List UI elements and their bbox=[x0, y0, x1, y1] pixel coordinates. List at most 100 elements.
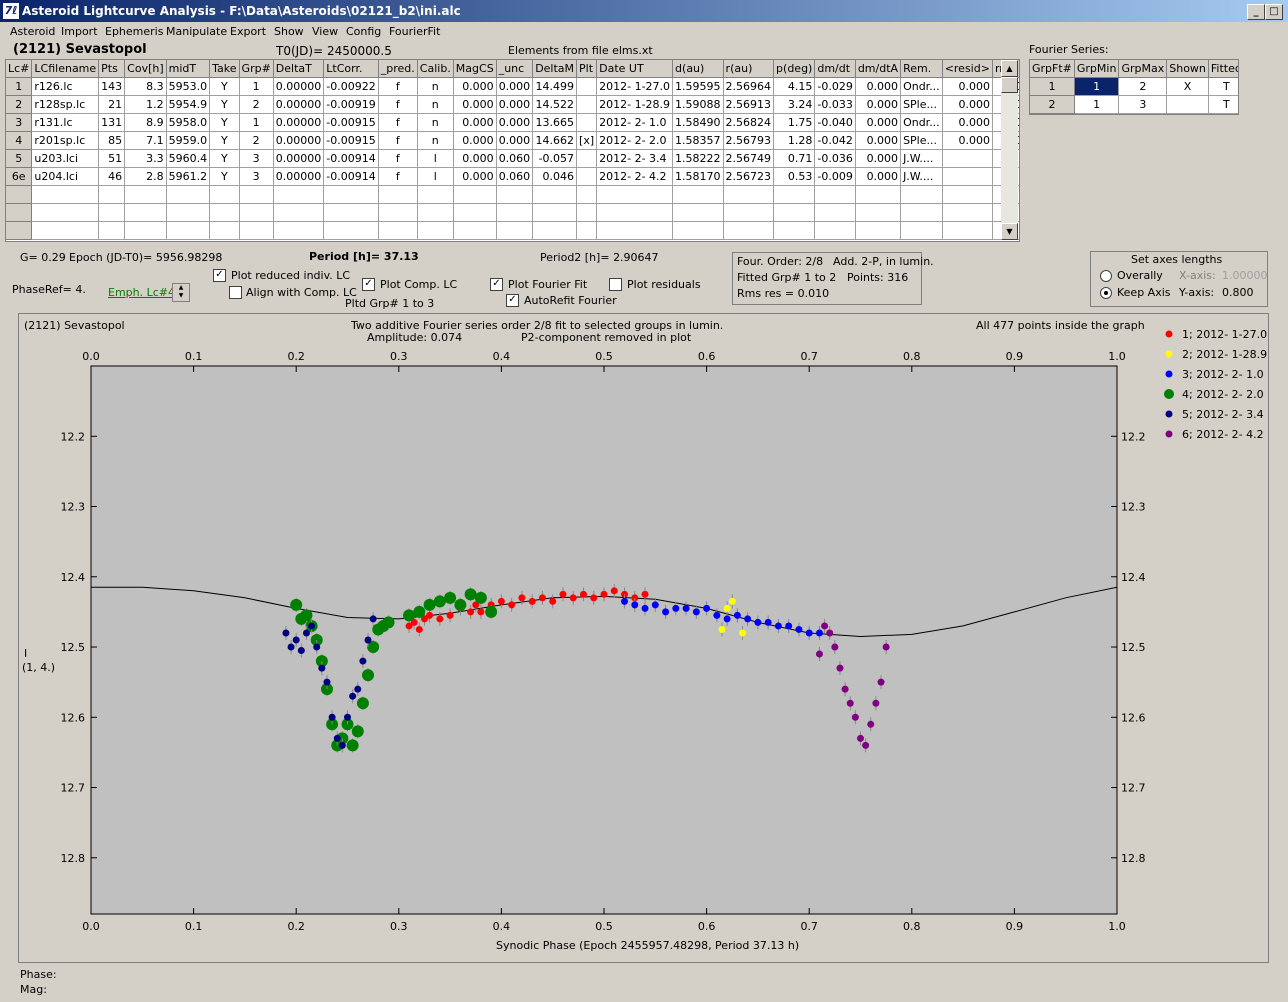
table-cell[interactable]: r201sp.lc bbox=[31, 131, 100, 150]
table-cell[interactable]: n bbox=[417, 77, 454, 96]
table-cell[interactable]: [x] bbox=[576, 131, 598, 150]
row-header[interactable] bbox=[6, 185, 33, 204]
table-cell[interactable]: Y bbox=[209, 131, 240, 150]
table-cell[interactable]: SPle... bbox=[900, 131, 943, 150]
table-cell[interactable]: 2012- 2- 3.4 bbox=[596, 149, 674, 168]
table-cell[interactable] bbox=[855, 221, 902, 240]
table-cell[interactable] bbox=[453, 221, 497, 240]
table-cell[interactable] bbox=[773, 221, 816, 240]
table-cell[interactable] bbox=[209, 185, 240, 204]
fourier-cell[interactable]: T bbox=[1208, 77, 1238, 96]
table-cell[interactable] bbox=[596, 203, 674, 222]
table-cell[interactable]: 0.000 bbox=[855, 149, 902, 168]
table-cell[interactable]: 0.000 bbox=[496, 131, 534, 150]
row-header[interactable]: 5 bbox=[6, 149, 33, 168]
xaxis-value[interactable]: 1.00000 bbox=[1222, 269, 1268, 282]
table-cell[interactable]: 14.662 bbox=[532, 131, 578, 150]
table-cell[interactable]: 0.00000 bbox=[273, 167, 325, 186]
table-cell[interactable]: 3 bbox=[239, 167, 274, 186]
maximize-button[interactable]: □ bbox=[1265, 4, 1283, 20]
table-cell[interactable]: 0.00000 bbox=[273, 113, 325, 132]
table-cell[interactable] bbox=[124, 221, 167, 240]
minimize-button[interactable]: _ bbox=[1247, 4, 1265, 20]
table-cell[interactable] bbox=[417, 185, 454, 204]
column-header[interactable]: Calib. bbox=[417, 60, 454, 78]
table-cell[interactable] bbox=[942, 167, 993, 186]
table-cell[interactable]: -0.057 bbox=[532, 149, 578, 168]
fourier-column-header[interactable]: GrpMin bbox=[1074, 60, 1120, 78]
table-cell[interactable] bbox=[417, 221, 454, 240]
table-row[interactable]: 2 r128sp.lc 21 1.2 5954.9 Y 2 0.00000 -0.00919 f n… bbox=[6, 95, 1019, 114]
table-cell[interactable] bbox=[98, 221, 126, 240]
row-header[interactable]: 6e bbox=[6, 167, 33, 186]
table-cell[interactable] bbox=[900, 185, 943, 204]
table-cell[interactable]: 0.000 bbox=[942, 131, 993, 150]
table-cell[interactable]: 5960.4 bbox=[166, 149, 211, 168]
menu-show[interactable]: Show bbox=[274, 25, 304, 38]
overally-radio[interactable] bbox=[1100, 270, 1112, 282]
table-cell[interactable] bbox=[31, 185, 100, 204]
table-cell[interactable]: u203.lci bbox=[31, 149, 100, 168]
table-cell[interactable]: 0.000 bbox=[496, 113, 534, 132]
table-cell[interactable]: 1.58357 bbox=[672, 131, 724, 150]
table-cell[interactable]: 2 bbox=[239, 131, 274, 150]
table-cell[interactable] bbox=[166, 203, 211, 222]
plot-fourier-checkbox[interactable]: ✓ bbox=[490, 278, 503, 291]
table-cell[interactable] bbox=[496, 185, 534, 204]
table-cell[interactable]: -0.00922 bbox=[323, 77, 379, 96]
table-cell[interactable] bbox=[576, 185, 598, 204]
table-cell[interactable]: 2.56749 bbox=[723, 149, 775, 168]
table-cell[interactable]: 1.58170 bbox=[672, 167, 724, 186]
table-cell[interactable] bbox=[273, 221, 325, 240]
table-cell[interactable] bbox=[323, 221, 379, 240]
table-cell[interactable]: -0.029 bbox=[814, 77, 856, 96]
table-cell[interactable] bbox=[773, 203, 816, 222]
table-cell[interactable] bbox=[576, 149, 598, 168]
table-cell[interactable]: 0.00000 bbox=[273, 77, 325, 96]
table-cell[interactable] bbox=[166, 185, 211, 204]
fourier-series-table[interactable]: GrpFt# GrpMin GrpMax Shown Fitted 112XT213T bbox=[1029, 59, 1239, 115]
table-cell[interactable]: r131.lc bbox=[31, 113, 100, 132]
table-cell[interactable]: 0.060 bbox=[496, 149, 534, 168]
plot-residuals-checkbox[interactable] bbox=[609, 278, 622, 291]
table-cell[interactable] bbox=[31, 203, 100, 222]
table-cell[interactable] bbox=[596, 185, 674, 204]
row-header[interactable] bbox=[6, 221, 33, 240]
table-cell[interactable]: -0.033 bbox=[814, 95, 856, 114]
spin-down-icon[interactable]: ▼ bbox=[173, 292, 189, 300]
menu-config[interactable]: Config bbox=[346, 25, 381, 38]
scroll-down-icon[interactable]: ▼ bbox=[1001, 223, 1018, 240]
column-header[interactable]: Take bbox=[209, 60, 240, 78]
table-cell[interactable]: r128sp.lc bbox=[31, 95, 100, 114]
table-cell[interactable]: Ondr... bbox=[900, 77, 943, 96]
table-cell[interactable]: 1.59595 bbox=[672, 77, 724, 96]
fourier-row[interactable]: 112XT bbox=[1030, 77, 1238, 96]
table-cell[interactable]: Y bbox=[209, 113, 240, 132]
table-cell[interactable] bbox=[323, 203, 379, 222]
table-cell[interactable]: f bbox=[378, 95, 418, 114]
table-cell[interactable] bbox=[672, 203, 724, 222]
column-header[interactable]: LtCorr. bbox=[323, 60, 379, 78]
table-row[interactable]: 1 r126.lc 143 8.3 5953.0 Y 1 0.00000 -0.00922 f n 0… bbox=[6, 77, 1019, 96]
table-row[interactable] bbox=[6, 185, 1019, 204]
table-cell[interactable] bbox=[576, 77, 598, 96]
table-cell[interactable]: Y bbox=[209, 95, 240, 114]
table-cell[interactable]: 7.1 bbox=[124, 131, 167, 150]
column-header[interactable]: Plt bbox=[576, 60, 598, 78]
table-cell[interactable]: Ondr... bbox=[900, 113, 943, 132]
table-cell[interactable] bbox=[855, 203, 902, 222]
table-cell[interactable]: Y bbox=[209, 167, 240, 186]
table-cell[interactable] bbox=[723, 185, 775, 204]
table-cell[interactable]: 0.000 bbox=[855, 77, 902, 96]
plot-canvas[interactable]: 0.0 0.0 0.1 0.1 0.2 0.2 0.3 0.3 0.4 0.4 0.5 0.5 0.6 0… bbox=[19, 314, 1268, 962]
column-header[interactable]: DeltaT bbox=[273, 60, 325, 78]
table-cell[interactable]: 0.000 bbox=[496, 95, 534, 114]
table-cell[interactable]: l bbox=[417, 149, 454, 168]
table-cell[interactable]: 0.000 bbox=[496, 77, 534, 96]
spin-up-icon[interactable]: ▲ bbox=[173, 284, 189, 292]
table-cell[interactable]: -0.00919 bbox=[323, 95, 379, 114]
table-cell[interactable]: 0.000 bbox=[942, 77, 993, 96]
fourier-cell[interactable]: T bbox=[1208, 95, 1238, 114]
fourier-row-header[interactable]: 2 bbox=[1030, 95, 1075, 114]
table-cell[interactable]: 2012- 2- 4.2 bbox=[596, 167, 674, 186]
